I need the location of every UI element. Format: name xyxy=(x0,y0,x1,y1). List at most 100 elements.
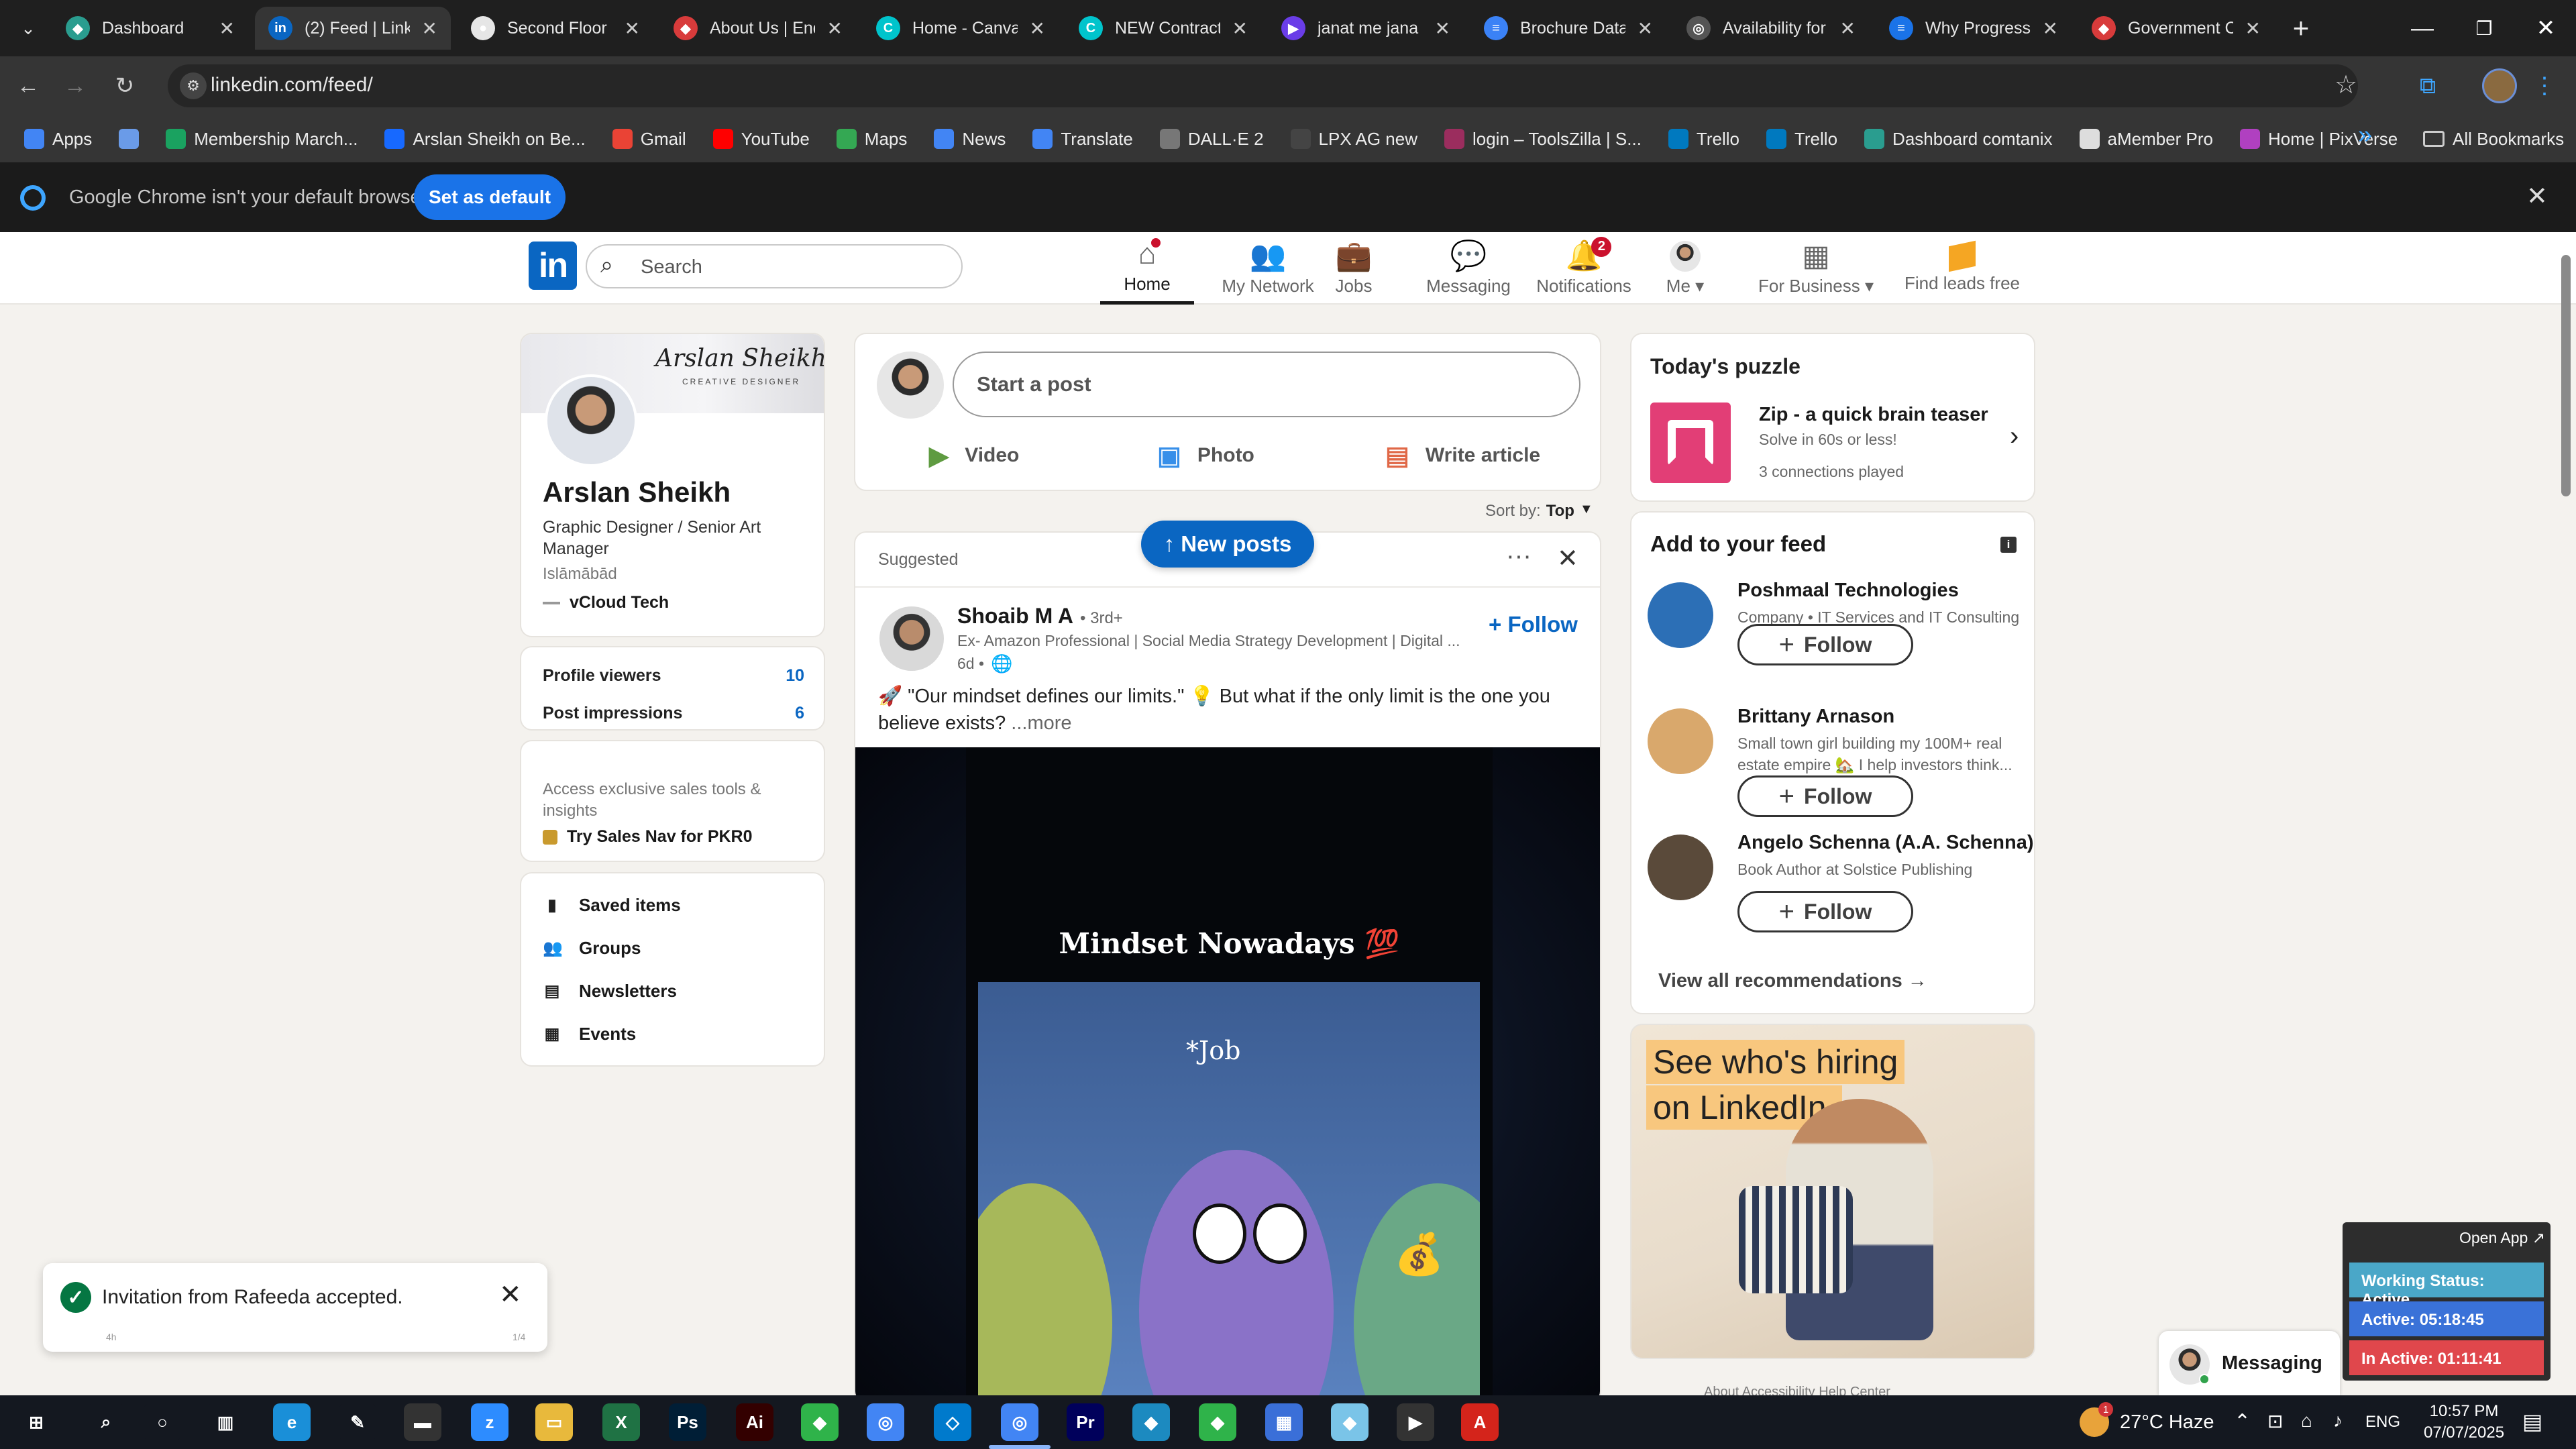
green-app-2-icon[interactable]: ◆ xyxy=(1199,1403,1236,1441)
browser-tab[interactable]: ≡ Why Progressiv ✕ xyxy=(1876,7,2072,50)
nav-notifications[interactable]: 🔔 2 Notifications xyxy=(1527,232,1641,305)
tab-close-icon[interactable]: ✕ xyxy=(1638,17,1653,40)
tab-close-icon[interactable]: ✕ xyxy=(1030,17,1045,40)
browser-tab[interactable]: ◆ Government C ✕ xyxy=(2078,7,2274,50)
tray-chevron-icon[interactable]: ⌃ xyxy=(2234,1410,2251,1434)
suggestion-name[interactable]: Angelo Schenna (A.A. Schenna) xyxy=(1737,832,2034,854)
tab-close-icon[interactable]: ✕ xyxy=(1232,17,1248,40)
shortcut-newsletters[interactable]: ▤ Newsletters xyxy=(543,981,677,1002)
suggestion-avatar[interactable] xyxy=(1648,582,1713,648)
messaging-bar[interactable]: Messaging xyxy=(2159,1331,2340,1395)
bookmark-star-icon[interactable]: ☆ xyxy=(2334,70,2357,100)
bookmark-item[interactable]: News xyxy=(934,129,1006,150)
acrobat-icon[interactable]: A xyxy=(1461,1403,1499,1441)
scrollbar-thumb[interactable] xyxy=(2561,255,2571,496)
bookmark-item[interactable]: Dashboard comtanix xyxy=(1864,129,2053,150)
bookmark-item[interactable] xyxy=(119,129,140,149)
composer-avatar[interactable] xyxy=(877,352,944,419)
browser-tab[interactable]: ◎ Availability for ✕ xyxy=(1673,7,1869,50)
browser-tab[interactable]: C Home - Canva ✕ xyxy=(863,7,1059,50)
tab-close-icon[interactable]: ✕ xyxy=(625,17,640,40)
bookmark-item[interactable]: login – ToolsZilla | S... xyxy=(1444,129,1642,150)
info-icon[interactable]: i xyxy=(2000,537,2017,553)
nav-for-business[interactable]: ▦ For Business ▾ xyxy=(1752,232,1880,305)
nav-jobs[interactable]: 💼 Jobs xyxy=(1317,232,1391,305)
sort-control[interactable]: Sort by: Top ▼ xyxy=(1485,502,1593,521)
follow-button[interactable]: + Follow xyxy=(1737,624,1913,665)
tab-close-icon[interactable]: ✕ xyxy=(422,17,437,40)
bookmark-item[interactable]: DALL·E 2 xyxy=(1159,129,1264,150)
chrome-active-icon[interactable]: ◎ xyxy=(1001,1403,1038,1441)
author-avatar[interactable] xyxy=(879,606,944,671)
restore-button[interactable]: ❐ xyxy=(2453,0,2515,56)
photoshop-icon[interactable]: Ps xyxy=(669,1403,706,1441)
suggestion-name[interactable]: Poshmaal Technologies xyxy=(1737,580,1959,602)
bookmarks-overflow-button[interactable]: » xyxy=(2358,121,2372,150)
bookmark-item[interactable]: Arslan Sheikh on Be... xyxy=(384,129,586,150)
browser-tab[interactable]: ◆ Dashboard ✕ xyxy=(52,7,248,50)
view-all-recommendations[interactable]: View all recommendations → xyxy=(1658,970,1927,992)
volume-tray-icon[interactable]: ♪ xyxy=(2333,1410,2343,1432)
all-bookmarks-button[interactable]: All Bookmarks xyxy=(2423,115,2564,162)
puzzle-row[interactable]: Zip - a quick brain teaser Solve in 60s … xyxy=(1650,401,2026,488)
nav-messaging[interactable]: 💬 Messaging xyxy=(1418,232,1519,305)
wifi-tray-icon[interactable]: ⌂ xyxy=(2301,1410,2312,1432)
excel-icon[interactable]: X xyxy=(602,1403,640,1441)
bookmark-item[interactable]: Apps xyxy=(24,129,92,150)
notification-center-icon[interactable]: ▤ xyxy=(2522,1409,2542,1434)
new-tab-button[interactable]: + xyxy=(2284,9,2318,47)
composer-write-article-button[interactable]: ▤ Write article xyxy=(1385,435,1540,476)
network-tray-icon[interactable]: ⊡ xyxy=(2267,1410,2283,1432)
author-line[interactable]: Shoaib M A • 3rd+ xyxy=(957,604,1123,629)
see-more-link[interactable]: ...more xyxy=(1011,712,1071,734)
bookmark-item[interactable]: LPX AG new xyxy=(1290,129,1417,150)
bookmark-item[interactable]: YouTube xyxy=(712,129,810,150)
vscode-icon[interactable]: ◇ xyxy=(934,1403,971,1441)
close-window-button[interactable]: ✕ xyxy=(2515,0,2576,56)
tab-close-icon[interactable]: ✕ xyxy=(2043,17,2058,40)
linkedin-logo[interactable]: in xyxy=(529,241,577,290)
set-default-button[interactable]: Set as default xyxy=(414,174,566,220)
tab-close-icon[interactable]: ✕ xyxy=(1840,17,1856,40)
illustrator-icon[interactable]: Ai xyxy=(736,1403,773,1441)
nav-find-leads-free[interactable]: Find leads free xyxy=(1898,232,2026,305)
start-post-button[interactable]: Start a post xyxy=(953,352,1580,417)
calculator-icon[interactable]: ▦ xyxy=(1265,1403,1303,1441)
pen-icon[interactable]: ✎ xyxy=(339,1403,376,1441)
stat-row[interactable]: Profile viewers 10 xyxy=(543,666,804,686)
start-button[interactable]: ⊞ xyxy=(17,1403,55,1441)
file-explorer-icon[interactable]: ▭ xyxy=(535,1403,573,1441)
edge-icon[interactable]: e xyxy=(273,1403,311,1441)
nav-my-network[interactable]: 👥 My Network xyxy=(1208,232,1328,305)
tab-search-button[interactable]: ⌄ xyxy=(15,15,42,42)
weather-text[interactable]: 27°C Haze xyxy=(2120,1411,2214,1434)
green-app-icon[interactable]: ◆ xyxy=(801,1403,839,1441)
browser-tab[interactable]: ≡ Brochure Data ✕ xyxy=(1470,7,1666,50)
tab-close-icon[interactable]: ✕ xyxy=(2245,17,2261,40)
stat-row[interactable]: Post impressions 6 xyxy=(543,704,804,723)
site-info-icon[interactable]: ⚙ xyxy=(180,72,207,99)
chrome-icon[interactable]: ◎ xyxy=(867,1403,904,1441)
suggestion-avatar[interactable] xyxy=(1648,835,1713,900)
browser-tab[interactable]: in (2) Feed | Linke ✕ xyxy=(255,7,451,50)
bookmark-item[interactable]: Trello xyxy=(1668,129,1739,150)
browser-menu-icon[interactable]: ⋮ xyxy=(2532,71,2557,101)
bookmark-item[interactable]: Translate xyxy=(1032,129,1133,150)
browser-tab[interactable]: ● Second Floor F ✕ xyxy=(458,7,653,50)
app-icon[interactable]: ◆ xyxy=(1132,1403,1170,1441)
composer-video-button[interactable]: ▶ Video xyxy=(929,435,1019,476)
premium-promo-card[interactable]: Access exclusive sales tools & insights … xyxy=(520,740,825,862)
forward-icon[interactable]: → xyxy=(60,71,90,101)
terminal-icon[interactable]: ▬ xyxy=(404,1403,441,1441)
back-icon[interactable]: ← xyxy=(13,71,43,101)
profile-company[interactable]: vCloud Tech xyxy=(543,593,669,612)
post-follow-button[interactable]: + Follow xyxy=(1489,612,1578,637)
promo-link[interactable]: Try Sales Nav for PKR0 xyxy=(543,827,753,847)
bookmark-item[interactable]: Trello xyxy=(1766,129,1837,150)
cortana-icon[interactable]: ○ xyxy=(144,1403,181,1441)
tab-close-icon[interactable]: ✕ xyxy=(1435,17,1450,40)
language-indicator[interactable]: ENG xyxy=(2365,1413,2400,1432)
bookmark-item[interactable]: Home | PixVerse xyxy=(2240,129,2398,150)
page-scrollbar[interactable] xyxy=(2559,241,2572,1395)
address-bar[interactable]: ⚙ linkedin.com/feed/ ☆ xyxy=(168,64,2358,107)
